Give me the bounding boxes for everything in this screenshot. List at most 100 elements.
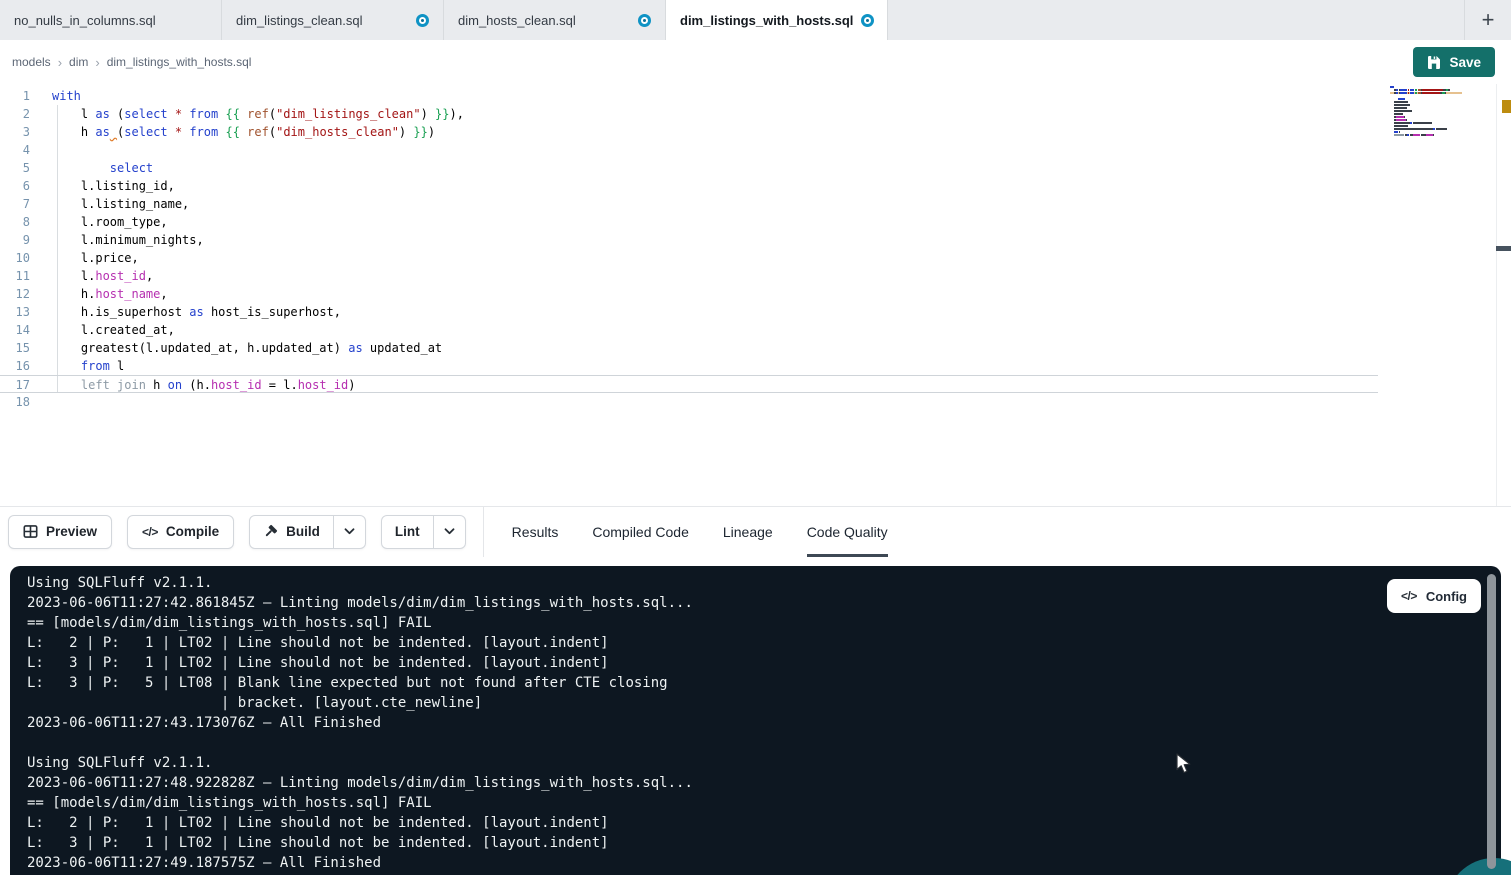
line-number: 3 bbox=[0, 123, 30, 141]
tab-code-quality[interactable]: Code Quality bbox=[807, 507, 888, 557]
line-number: 12 bbox=[0, 285, 30, 303]
code-line[interactable]: 7 l.listing_name, bbox=[0, 195, 1378, 213]
file-tab[interactable]: dim_listings_with_hosts.sql bbox=[666, 0, 888, 40]
code-line-text: with bbox=[52, 87, 81, 105]
code-line[interactable]: 14 l.created_at, bbox=[0, 321, 1378, 339]
code-line[interactable]: 10 l.price, bbox=[0, 249, 1378, 267]
compile-label: Compile bbox=[166, 524, 219, 539]
tab-lineage[interactable]: Lineage bbox=[723, 507, 773, 557]
minimap-line bbox=[1390, 131, 1462, 133]
code-line[interactable]: 12 h.host_name, bbox=[0, 285, 1378, 303]
code-line-text: l.minimum_nights, bbox=[52, 231, 204, 249]
file-tab-label: dim_listings_with_hosts.sql bbox=[680, 13, 853, 28]
code-line-text: select bbox=[52, 159, 153, 177]
code-icon: </> bbox=[1401, 589, 1417, 603]
minimap-line bbox=[1390, 122, 1462, 124]
file-tab[interactable]: dim_hosts_clean.sql bbox=[444, 0, 666, 40]
line-number: 14 bbox=[0, 321, 30, 339]
lint-split-button: Lint bbox=[381, 515, 466, 549]
line-number: 8 bbox=[0, 213, 30, 231]
code-line[interactable]: 4 bbox=[0, 141, 1378, 159]
minimap-line bbox=[1390, 113, 1462, 115]
line-number: 9 bbox=[0, 231, 30, 249]
code-line-text: l.room_type, bbox=[52, 213, 168, 231]
chevron-down-icon bbox=[444, 528, 455, 535]
new-tab-button[interactable]: + bbox=[1465, 0, 1511, 40]
breadcrumb-item[interactable]: dim bbox=[69, 55, 88, 69]
code-icon: </> bbox=[142, 525, 158, 539]
minimap-line bbox=[1390, 125, 1462, 127]
action-toolbar: Preview </> Compile Build Lint Results Compil… bbox=[0, 506, 1511, 556]
modified-dot-icon bbox=[861, 14, 874, 27]
code-editor[interactable]: 1 with2 l as (select * from {{ ref("dim_l… bbox=[0, 84, 1511, 506]
minimap-line bbox=[1390, 86, 1462, 88]
minimap-line bbox=[1390, 101, 1462, 103]
code-line[interactable]: 13 h.is_superhost as host_is_superhost, bbox=[0, 303, 1378, 321]
minimap-line bbox=[1390, 89, 1462, 91]
code-line-text: greatest(l.updated_at, h.updated_at) as … bbox=[52, 339, 442, 357]
config-label: Config bbox=[1426, 589, 1467, 604]
code-line[interactable]: 11 l.host_id, bbox=[0, 267, 1378, 285]
line-number: 15 bbox=[0, 339, 30, 357]
code-line[interactable]: 16 from l bbox=[0, 357, 1378, 375]
save-label: Save bbox=[1449, 55, 1481, 70]
build-label: Build bbox=[286, 524, 320, 539]
terminal-scrollbar[interactable] bbox=[1487, 574, 1496, 869]
code-line[interactable]: 2 l as (select * from {{ ref("dim_listin… bbox=[0, 105, 1378, 123]
build-button[interactable]: Build bbox=[250, 516, 333, 548]
code-line[interactable]: 5 select bbox=[0, 159, 1378, 177]
line-number: 16 bbox=[0, 357, 30, 375]
file-tab-label: dim_hosts_clean.sql bbox=[458, 13, 576, 28]
code-line-text: h.host_name, bbox=[52, 285, 168, 303]
code-line[interactable]: 1 with bbox=[0, 87, 1378, 105]
lint-dropdown-button[interactable] bbox=[433, 516, 465, 548]
tab-bar-right: + bbox=[1464, 0, 1511, 40]
code-line[interactable]: 15 greatest(l.updated_at, h.updated_at) … bbox=[0, 339, 1378, 357]
chevron-down-icon bbox=[344, 528, 355, 535]
tab-results[interactable]: Results bbox=[512, 507, 559, 557]
minimap[interactable] bbox=[1390, 86, 1462, 140]
code-line[interactable]: 8 l.room_type, bbox=[0, 213, 1378, 231]
build-dropdown-button[interactable] bbox=[333, 516, 365, 548]
code-area[interactable]: 1 with2 l as (select * from {{ ref("dim_l… bbox=[0, 87, 1378, 411]
config-button[interactable]: </> Config bbox=[1387, 579, 1481, 613]
line-number: 6 bbox=[0, 177, 30, 195]
minimap-line bbox=[1390, 134, 1462, 136]
code-line[interactable]: 3 h as (select * from {{ ref("dim_hosts_… bbox=[0, 123, 1378, 141]
file-tab-label: dim_listings_clean.sql bbox=[236, 13, 362, 28]
minimap-line bbox=[1390, 119, 1462, 121]
code-line-text: l.listing_id, bbox=[52, 177, 175, 195]
preview-button[interactable]: Preview bbox=[8, 515, 112, 549]
code-line[interactable]: 18 bbox=[0, 393, 1378, 411]
lint-button[interactable]: Lint bbox=[382, 516, 433, 548]
breadcrumb-item[interactable]: dim_listings_with_hosts.sql bbox=[107, 55, 252, 69]
build-split-button: Build bbox=[249, 515, 366, 549]
toolbar-buttons: Preview </> Compile Build Lint bbox=[0, 515, 466, 549]
code-line[interactable]: 6 l.listing_id, bbox=[0, 177, 1378, 195]
tab-list: no_nulls_in_columns.sql dim_listings_clea… bbox=[0, 0, 888, 40]
file-tab[interactable]: dim_listings_clean.sql bbox=[222, 0, 444, 40]
hammer-icon bbox=[263, 524, 278, 539]
code-line-text: h as (select * from {{ ref("dim_hosts_cl… bbox=[52, 123, 435, 141]
warning-marker bbox=[1502, 100, 1511, 113]
code-line-text: l.created_at, bbox=[52, 321, 175, 339]
breadcrumb-bar: models›dim›dim_listings_with_hosts.sql S… bbox=[0, 40, 1511, 84]
modified-dot-icon bbox=[416, 14, 429, 27]
code-line-text: l.host_id, bbox=[52, 267, 153, 285]
code-line-text: left join h on (h.host_id = l.host_id) bbox=[52, 376, 356, 392]
save-button[interactable]: Save bbox=[1413, 47, 1495, 77]
code-line[interactable]: 9 l.minimum_nights, bbox=[0, 231, 1378, 249]
file-tab[interactable]: no_nulls_in_columns.sql bbox=[0, 0, 222, 40]
minimap-line bbox=[1390, 107, 1462, 109]
line-number: 7 bbox=[0, 195, 30, 213]
code-line-text: l.price, bbox=[52, 249, 139, 267]
tab-bar: no_nulls_in_columns.sql dim_listings_clea… bbox=[0, 0, 1511, 40]
line-number: 1 bbox=[0, 87, 30, 105]
breadcrumb-item[interactable]: models bbox=[12, 55, 51, 69]
code-line[interactable]: 17 left join h on (h.host_id = l.host_id… bbox=[0, 375, 1378, 393]
terminal-output: Using SQLFluff v2.1.1. 2023-06-06T11:27:… bbox=[10, 566, 1501, 873]
line-number: 13 bbox=[0, 303, 30, 321]
minimap-line bbox=[1390, 116, 1462, 118]
compile-button[interactable]: </> Compile bbox=[127, 515, 234, 549]
tab-compiled-code[interactable]: Compiled Code bbox=[592, 507, 689, 557]
